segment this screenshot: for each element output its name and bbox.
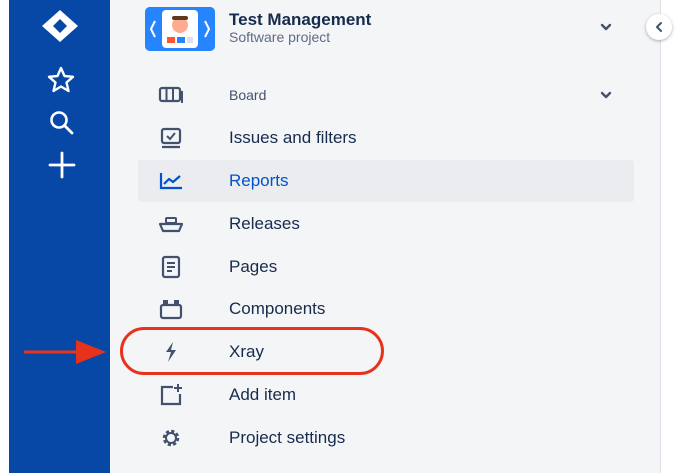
collapse-sidebar-button[interactable]: [646, 14, 672, 40]
project-type: Software project: [229, 29, 331, 45]
settings-icon: [162, 429, 180, 447]
sidebar-item-label: Releases: [229, 214, 300, 233]
sidebar-item-add-item[interactable]: Add item: [138, 374, 634, 416]
sidebar-item-label: Components: [229, 299, 326, 318]
red-arrow-icon: [24, 340, 106, 364]
plus-icon[interactable]: [47, 150, 77, 180]
global-nav: [9, 0, 110, 473]
sidebar-item-label: Board: [229, 87, 267, 103]
issues-icon: [160, 127, 182, 149]
releases-icon: [158, 217, 184, 233]
sidebar-item-label: Project settings: [229, 428, 346, 447]
sidebar-item-label: Add item: [229, 385, 297, 404]
chevron-down-icon[interactable]: [598, 19, 614, 35]
sidebar-item-label: Pages: [229, 257, 278, 276]
pages-icon: [161, 255, 181, 279]
sidebar-item-releases[interactable]: Releases: [138, 203, 634, 245]
sidebar-item-board[interactable]: Board: [138, 74, 634, 116]
sidebar-item-pages[interactable]: Pages: [138, 246, 634, 288]
sidebar-item-project-settings[interactable]: Project settings: [138, 417, 634, 459]
search-icon[interactable]: [47, 108, 77, 138]
board-icon: [158, 86, 183, 103]
sidebar-item-label: Issues and filters: [229, 128, 357, 147]
add-item-icon: [160, 384, 182, 406]
sidebar-item-components[interactable]: Components: [138, 288, 634, 330]
sidebar-item-issues-and-filters[interactable]: Issues and filters: [138, 117, 634, 159]
sidebar-item-label: Reports: [229, 171, 289, 190]
sidebar-edge: [660, 0, 677, 473]
project-avatar-icon: [145, 7, 215, 51]
star-icon[interactable]: [45, 64, 77, 96]
project-name[interactable]: Test Management: [229, 10, 371, 30]
project-avatar[interactable]: [145, 7, 215, 51]
highlight-oval: [120, 327, 384, 375]
chevron-left-icon: [656, 22, 662, 32]
jira-logo-icon[interactable]: [37, 8, 83, 44]
components-icon: [159, 300, 183, 320]
chevron-down-icon[interactable]: [598, 87, 614, 103]
reports-icon: [159, 173, 182, 190]
sidebar-item-reports[interactable]: Reports: [138, 160, 634, 202]
